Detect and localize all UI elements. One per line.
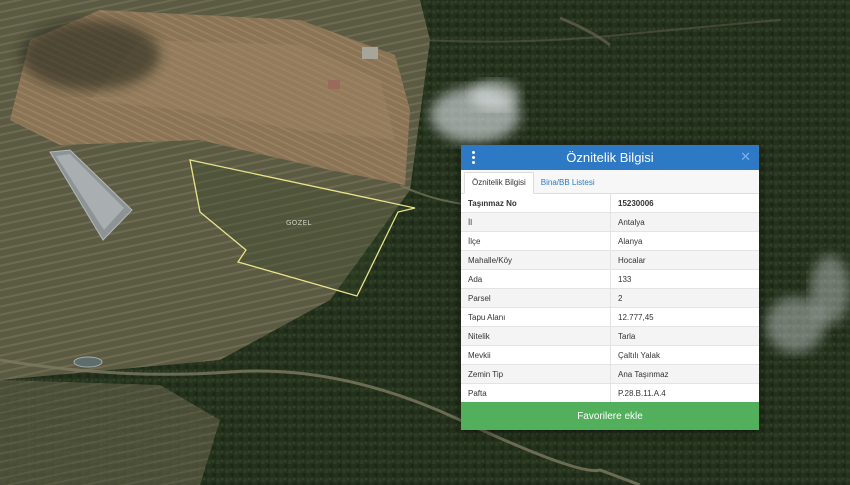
table-row: Ada 133 <box>461 269 759 289</box>
row-value: 2 <box>610 288 759 308</box>
table-row: İlçe Alanya <box>461 231 759 251</box>
table-row: İl Antalya <box>461 212 759 232</box>
tab-building-list[interactable]: Bina/BB Listesi <box>534 173 602 193</box>
vertical-dots-icon[interactable] <box>471 151 475 164</box>
row-value: 12.777,45 <box>610 307 759 327</box>
row-key: Pafta <box>461 383 611 403</box>
row-key: Mahalle/Köy <box>461 250 611 270</box>
close-icon[interactable]: ✕ <box>740 150 751 165</box>
table-row: Mahalle/Köy Hocalar <box>461 250 759 270</box>
panel-header: Öznitelik Bilgisi ✕ <box>461 145 759 170</box>
building <box>328 80 340 89</box>
row-value: Tarla <box>610 326 759 346</box>
row-value: Çaltılı Yalak <box>610 345 759 365</box>
table-row: Taşınmaz No 15230006 <box>461 194 759 213</box>
row-key: Tapu Alanı <box>461 307 611 327</box>
table-row: Pafta P.28.B.11.A.4 <box>461 383 759 403</box>
cloud-shadow <box>20 20 160 90</box>
row-key: Taşınmaz No <box>461 194 611 213</box>
row-key: İl <box>461 212 611 232</box>
row-value: Antalya <box>610 212 759 232</box>
building <box>362 47 378 59</box>
table-row: Nitelik Tarla <box>461 326 759 346</box>
row-value: Ana Taşınmaz <box>610 364 759 384</box>
table-row: Mevkii Çaltılı Yalak <box>461 345 759 365</box>
table-row: Parsel 2 <box>461 288 759 308</box>
table-row: Zemin Tip Ana Taşınmaz <box>461 364 759 384</box>
row-value: 15230006 <box>610 194 759 213</box>
table-row: Tapu Alanı 12.777,45 <box>461 307 759 327</box>
panel-tabs: Öznitelik Bilgisi Bina/BB Listesi <box>461 170 759 194</box>
panel-title: Öznitelik Bilgisi <box>566 150 654 165</box>
row-key: İlçe <box>461 231 611 251</box>
row-value: 133 <box>610 269 759 289</box>
row-key: Parsel <box>461 288 611 308</box>
row-key: Mevkii <box>461 345 611 365</box>
row-key: Zemin Tip <box>461 364 611 384</box>
row-key: Ada <box>461 269 611 289</box>
attribute-table: Taşınmaz No 15230006 İl Antalya İlçe Ala… <box>461 194 759 403</box>
row-key: Nitelik <box>461 326 611 346</box>
row-value: Hocalar <box>610 250 759 270</box>
pond <box>73 356 103 368</box>
attribute-info-panel: Öznitelik Bilgisi ✕ Öznitelik Bilgisi Bi… <box>461 145 759 430</box>
row-value: Alanya <box>610 231 759 251</box>
parcel-label: GOZEL <box>286 219 312 227</box>
row-value: P.28.B.11.A.4 <box>610 383 759 403</box>
tab-attribute-info[interactable]: Öznitelik Bilgisi <box>464 172 534 194</box>
add-to-favorites-button[interactable]: Favorilere ekle <box>461 402 759 430</box>
